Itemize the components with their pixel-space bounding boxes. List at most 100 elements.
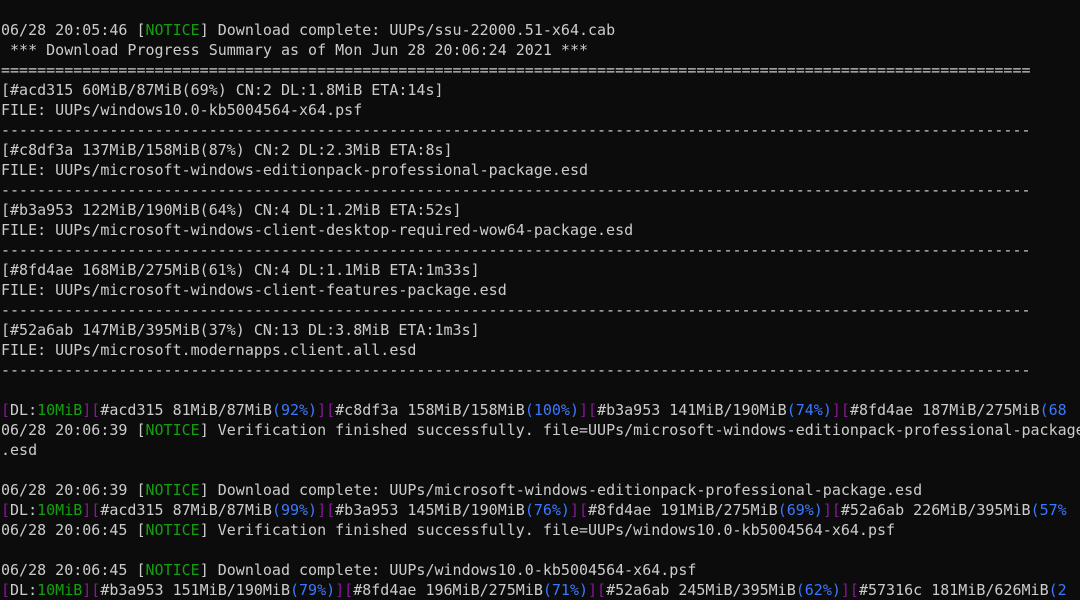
terminal-text: DL: bbox=[10, 401, 38, 419]
status-text: NOTICE bbox=[145, 561, 200, 579]
terminal-text: [#b3a953 122MiB/190MiB(64%) CN:4 DL:1.2M… bbox=[1, 201, 462, 219]
terminal-line: [DL:10MiB][#acd315 81MiB/87MiB(92%)][#c8… bbox=[0, 400, 1080, 420]
progress-bracket: ][ bbox=[82, 581, 101, 599]
progress-bracket: ][ bbox=[317, 501, 336, 519]
terminal-text: #b3a953 151MiB/190MiB bbox=[100, 581, 290, 599]
progress-percent: (2 bbox=[1048, 581, 1067, 599]
terminal-line: 06/28 20:06:45 [NOTICE] Verification fin… bbox=[0, 520, 1080, 540]
terminal-text: #57316c 181MiB/626MiB bbox=[858, 581, 1049, 599]
terminal-text: ----------------------------------------… bbox=[1, 301, 1031, 319]
progress-bracket: [ bbox=[1, 581, 11, 599]
terminal-text: 06/28 20:05:46 [ bbox=[1, 21, 146, 39]
terminal-text: 06/28 20:06:45 [ bbox=[1, 561, 146, 579]
progress-bracket: ][ bbox=[822, 501, 841, 519]
progress-percent: (99%) bbox=[271, 501, 318, 519]
terminal-text: ] Download complete: UUPs/windows10.0-kb… bbox=[199, 561, 697, 579]
progress-bracket: ][ bbox=[317, 401, 336, 419]
terminal-line: ----------------------------------------… bbox=[0, 360, 1080, 380]
progress-percent: (74%) bbox=[786, 401, 832, 419]
terminal-line: 06/28 20:06:45 [NOTICE] Download complet… bbox=[0, 560, 1080, 580]
status-text: 10MiB bbox=[37, 501, 83, 519]
status-text: NOTICE bbox=[145, 521, 200, 539]
terminal-text: DL: bbox=[10, 581, 38, 599]
terminal-text: *** Download Progress Summary as of Mon … bbox=[1, 41, 588, 59]
progress-percent: (79%) bbox=[290, 581, 336, 599]
terminal-text: DL: bbox=[10, 501, 38, 519]
terminal-text: ] Download complete: UUPs/ssu-22000.51-x… bbox=[199, 21, 616, 39]
terminal-output[interactable]: 06/28 20:05:46 [NOTICE] Download complet… bbox=[0, 0, 1080, 600]
terminal-line: ----------------------------------------… bbox=[0, 120, 1080, 140]
terminal-text: FILE: UUPs/microsoft-windows-client-feat… bbox=[1, 281, 507, 299]
progress-bracket: ][ bbox=[82, 401, 101, 419]
progress-percent: (100%) bbox=[524, 401, 579, 419]
terminal-text: #b3a953 145MiB/190MiB bbox=[335, 501, 525, 519]
terminal-line: FILE: UUPs/windows10.0-kb5004564-x64.psf bbox=[0, 100, 1080, 120]
terminal-text: #52a6ab 245MiB/395MiB bbox=[606, 581, 796, 599]
terminal-text: 06/28 20:06:45 [ bbox=[1, 521, 146, 539]
progress-percent: (76%) bbox=[524, 501, 570, 519]
progress-bracket: ][ bbox=[831, 401, 850, 419]
terminal-text: FILE: UUPs/microsoft-windows-editionpack… bbox=[1, 161, 588, 179]
terminal-line: FILE: UUPs/microsoft.modernapps.client.a… bbox=[0, 340, 1080, 360]
progress-bracket: ][ bbox=[335, 581, 354, 599]
terminal-line: ----------------------------------------… bbox=[0, 300, 1080, 320]
progress-bracket: [ bbox=[1, 401, 11, 419]
terminal-text: [#52a6ab 147MiB/395MiB(37%) CN:13 DL:3.8… bbox=[1, 321, 480, 339]
terminal-text: #52a6ab 226MiB/395MiB bbox=[840, 501, 1031, 519]
terminal-line: FILE: UUPs/microsoft-windows-client-desk… bbox=[0, 220, 1080, 240]
terminal-line: FILE: UUPs/microsoft-windows-client-feat… bbox=[0, 280, 1080, 300]
progress-bracket: ][ bbox=[569, 501, 589, 519]
progress-bracket: ][ bbox=[840, 581, 859, 599]
status-text: NOTICE bbox=[145, 21, 200, 39]
progress-percent: (68 bbox=[1039, 401, 1067, 419]
terminal-text: .esd bbox=[1, 441, 38, 459]
terminal-text: ========================================… bbox=[1, 61, 1031, 79]
terminal-line: [#c8df3a 137MiB/158MiB(87%) CN:2 DL:2.3M… bbox=[0, 140, 1080, 160]
terminal-line: [#acd315 60MiB/87MiB(69%) CN:2 DL:1.8MiB… bbox=[0, 80, 1080, 100]
progress-percent: (71%) bbox=[542, 581, 589, 599]
progress-percent: (62%) bbox=[795, 581, 841, 599]
terminal-text: #acd315 87MiB/87MiB bbox=[100, 501, 272, 519]
terminal-line: ========================================… bbox=[0, 60, 1080, 80]
progress-bracket: ][ bbox=[588, 581, 607, 599]
terminal-line: 06/28 20:06:39 [NOTICE] Verification fin… bbox=[0, 420, 1080, 440]
status-text: NOTICE bbox=[145, 421, 200, 439]
terminal-text: ] Verification finished successfully. fi… bbox=[199, 521, 896, 539]
terminal-line: ----------------------------------------… bbox=[0, 180, 1080, 200]
terminal-text: #8fd4ae 191MiB/275MiB bbox=[588, 501, 778, 519]
terminal-text: 06/28 20:06:39 [ bbox=[1, 481, 146, 499]
terminal-text: #8fd4ae 187MiB/275MiB bbox=[849, 401, 1040, 419]
terminal-line: [#52a6ab 147MiB/395MiB(37%) CN:13 DL:3.8… bbox=[0, 320, 1080, 340]
progress-percent: (57% bbox=[1030, 501, 1067, 519]
terminal-line: [#b3a953 122MiB/190MiB(64%) CN:4 DL:1.2M… bbox=[0, 200, 1080, 220]
terminal-text: #c8df3a 158MiB/158MiB bbox=[335, 401, 525, 419]
terminal-line: [DL:10MiB][#b3a953 151MiB/190MiB(79%)][#… bbox=[0, 580, 1080, 600]
terminal-text: ] Download complete: UUPs/microsoft-wind… bbox=[199, 481, 923, 499]
terminal-line: .esd bbox=[0, 440, 1080, 460]
progress-percent: (69%) bbox=[777, 501, 823, 519]
progress-bracket: [ bbox=[1, 501, 11, 519]
terminal-line: 06/28 20:05:46 [NOTICE] Download complet… bbox=[0, 20, 1080, 40]
status-text: 10MiB bbox=[37, 581, 83, 599]
terminal-text: #8fd4ae 196MiB/275MiB bbox=[353, 581, 543, 599]
terminal-text: FILE: UUPs/windows10.0-kb5004564-x64.psf bbox=[1, 101, 363, 119]
terminal-text: #acd315 81MiB/87MiB bbox=[100, 401, 272, 419]
terminal-text: [#c8df3a 137MiB/158MiB(87%) CN:2 DL:2.3M… bbox=[1, 141, 453, 159]
terminal-text: ----------------------------------------… bbox=[1, 181, 1031, 199]
terminal-line: 06/28 20:06:39 [NOTICE] Download complet… bbox=[0, 480, 1080, 500]
terminal-text: 06/28 20:06:39 [ bbox=[1, 421, 146, 439]
terminal-line: [DL:10MiB][#acd315 87MiB/87MiB(99%)][#b3… bbox=[0, 500, 1080, 520]
terminal-text: ----------------------------------------… bbox=[1, 241, 1031, 259]
terminal-text: FILE: UUPs/microsoft.modernapps.client.a… bbox=[1, 341, 417, 359]
status-text: 10MiB bbox=[37, 401, 83, 419]
terminal-text: ----------------------------------------… bbox=[1, 361, 1031, 379]
terminal-line: ----------------------------------------… bbox=[0, 240, 1080, 260]
progress-bracket: ][ bbox=[82, 501, 101, 519]
terminal-line: *** Download Progress Summary as of Mon … bbox=[0, 40, 1080, 60]
progress-bracket: ][ bbox=[579, 401, 598, 419]
progress-percent: (92%) bbox=[271, 401, 318, 419]
terminal-text: [#8fd4ae 168MiB/275MiB(61%) CN:4 DL:1.1M… bbox=[1, 261, 480, 279]
